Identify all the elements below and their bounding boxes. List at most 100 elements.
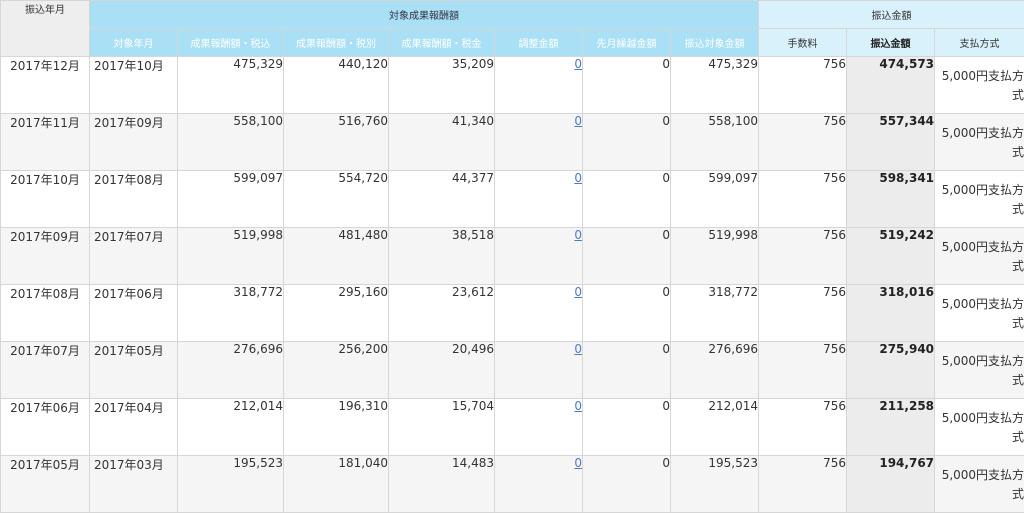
carryover-cell: 0 [583,57,671,114]
payment-method-cell: 5,000円支払方式 [935,456,1024,513]
transfer-target-cell: 195,523 [671,456,759,513]
reward-incl-cell: 195,523 [178,456,284,513]
carryover-cell: 0 [583,285,671,342]
transfer-amount-cell: 519,242 [847,228,935,285]
fee-cell: 756 [759,57,847,114]
reward-excl-cell: 554,720 [284,171,389,228]
adjustment-cell: 0 [495,456,583,513]
adjustment-cell: 0 [495,228,583,285]
adjustment-cell: 0 [495,57,583,114]
fee-cell: 756 [759,456,847,513]
reward-tax-cell: 35,209 [389,57,495,114]
header-reward-excl-tax: 成果報酬額・税別 [284,29,389,57]
transfer-target-cell: 276,696 [671,342,759,399]
transfer-target-cell: 558,100 [671,114,759,171]
reward-incl-cell: 519,998 [178,228,284,285]
transfer-target-cell: 212,014 [671,399,759,456]
target-month-cell: 2017年09月 [90,114,178,171]
carryover-cell: 0 [583,114,671,171]
header-group-reward: 対象成果報酬額 [90,1,759,29]
transfer-amount-cell: 557,344 [847,114,935,171]
reward-tax-cell: 14,483 [389,456,495,513]
transfer-month-cell: 2017年07月 [1,342,90,399]
carryover-cell: 0 [583,228,671,285]
header-carryover: 先月繰越金額 [583,29,671,57]
payment-method-cell: 5,000円支払方式 [935,228,1024,285]
reward-tax-cell: 23,612 [389,285,495,342]
adjustment-cell: 0 [495,285,583,342]
transfer-target-cell: 318,772 [671,285,759,342]
adjustment-cell: 0 [495,399,583,456]
transfer-month-cell: 2017年11月 [1,114,90,171]
header-group-transfer: 振込金額 [759,1,1024,29]
carryover-cell: 0 [583,171,671,228]
payment-method-cell: 5,000円支払方式 [935,342,1024,399]
target-month-cell: 2017年07月 [90,228,178,285]
transfer-amount-cell: 194,767 [847,456,935,513]
table-row: 2017年05月 2017年03月 195,523 181,040 14,483… [1,456,1024,513]
reward-incl-cell: 276,696 [178,342,284,399]
header-target-month: 対象年月 [90,29,178,57]
transfer-amount-cell: 318,016 [847,285,935,342]
adjustment-link[interactable]: 0 [574,456,582,470]
table-row: 2017年10月 2017年08月 599,097 554,720 44,377… [1,171,1024,228]
adjustment-cell: 0 [495,171,583,228]
adjustment-link[interactable]: 0 [574,342,582,356]
adjustment-link[interactable]: 0 [574,171,582,185]
carryover-cell: 0 [583,399,671,456]
target-month-cell: 2017年04月 [90,399,178,456]
table-row: 2017年12月 2017年10月 475,329 440,120 35,209… [1,57,1024,114]
reward-excl-cell: 196,310 [284,399,389,456]
reward-excl-cell: 295,160 [284,285,389,342]
adjustment-link[interactable]: 0 [574,228,582,242]
transfer-amount-cell: 211,258 [847,399,935,456]
carryover-cell: 0 [583,456,671,513]
carryover-cell: 0 [583,342,671,399]
adjustment-link[interactable]: 0 [574,114,582,128]
reward-excl-cell: 181,040 [284,456,389,513]
adjustment-link[interactable]: 0 [574,399,582,413]
table-row: 2017年08月 2017年06月 318,772 295,160 23,612… [1,285,1024,342]
payment-method-cell: 5,000円支払方式 [935,114,1024,171]
reward-excl-cell: 256,200 [284,342,389,399]
reward-incl-cell: 475,329 [178,57,284,114]
fee-cell: 756 [759,228,847,285]
transfer-month-cell: 2017年05月 [1,456,90,513]
payment-method-cell: 5,000円支払方式 [935,399,1024,456]
table-row: 2017年09月 2017年07月 519,998 481,480 38,518… [1,228,1024,285]
payout-table: 振込年月 対象成果報酬額 振込金額 対象年月 成果報酬額・税込 成果報酬額・税別… [0,0,1024,513]
fee-cell: 756 [759,285,847,342]
transfer-month-cell: 2017年08月 [1,285,90,342]
target-month-cell: 2017年08月 [90,171,178,228]
table-row: 2017年07月 2017年05月 276,696 256,200 20,496… [1,342,1024,399]
transfer-amount-cell: 275,940 [847,342,935,399]
adjustment-link[interactable]: 0 [574,285,582,299]
payment-method-cell: 5,000円支払方式 [935,171,1024,228]
header-payment-method: 支払方式 [935,29,1024,57]
reward-tax-cell: 41,340 [389,114,495,171]
transfer-amount-cell: 598,341 [847,171,935,228]
transfer-month-cell: 2017年12月 [1,57,90,114]
table-row: 2017年11月 2017年09月 558,100 516,760 41,340… [1,114,1024,171]
payment-method-cell: 5,000円支払方式 [935,57,1024,114]
fee-cell: 756 [759,342,847,399]
payment-method-cell: 5,000円支払方式 [935,285,1024,342]
target-month-cell: 2017年06月 [90,285,178,342]
transfer-month-cell: 2017年10月 [1,171,90,228]
fee-cell: 756 [759,399,847,456]
transfer-target-cell: 475,329 [671,57,759,114]
transfer-month-cell: 2017年09月 [1,228,90,285]
reward-excl-cell: 440,120 [284,57,389,114]
reward-tax-cell: 15,704 [389,399,495,456]
reward-incl-cell: 558,100 [178,114,284,171]
target-month-cell: 2017年10月 [90,57,178,114]
target-month-cell: 2017年03月 [90,456,178,513]
header-reward-incl-tax: 成果報酬額・税込 [178,29,284,57]
reward-excl-cell: 516,760 [284,114,389,171]
adjustment-link[interactable]: 0 [574,57,582,71]
adjustment-cell: 0 [495,342,583,399]
reward-tax-cell: 20,496 [389,342,495,399]
header-transfer-amount: 振込金額 [847,29,935,57]
transfer-amount-cell: 474,573 [847,57,935,114]
fee-cell: 756 [759,114,847,171]
